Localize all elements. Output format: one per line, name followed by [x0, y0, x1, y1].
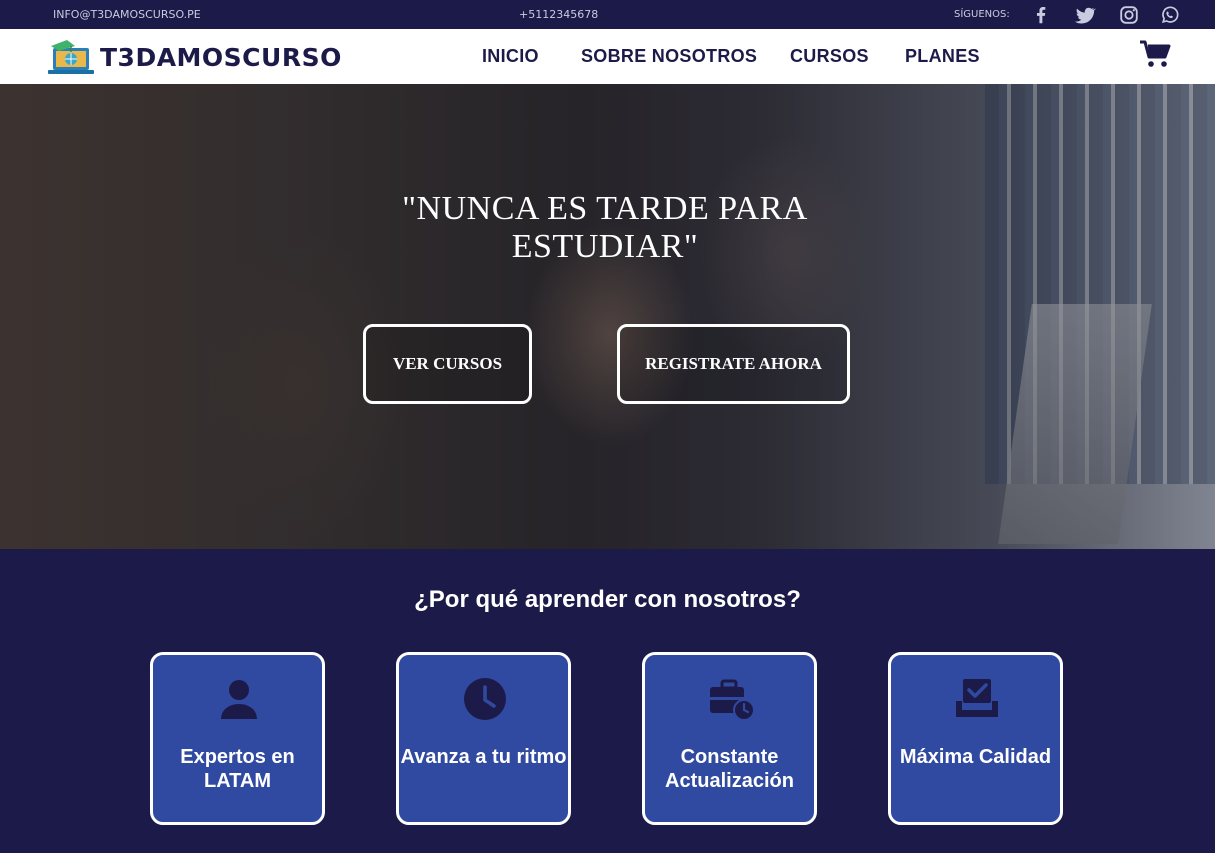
registrate-ahora-button[interactable]: REGISTRATE AHORA: [617, 324, 850, 404]
feature-label: Avanza a tu ritmo: [400, 746, 567, 768]
section-title: ¿Por qué aprender con nosotros?: [414, 586, 801, 613]
main-navbar: T3DAMOSCURSO INICIO SOBRE NOSOTROS CURSO…: [0, 29, 1215, 84]
nav-item-inicio[interactable]: INICIO: [482, 46, 539, 67]
follow-us-label: SÍGUENOS:: [954, 9, 1010, 20]
hero-title: "NUNCA ES TARDE PARA ESTUDIAR": [402, 190, 808, 265]
nav-item-planes[interactable]: PLANES: [905, 46, 980, 67]
contact-email[interactable]: INFO@T3DAMOSCURSO.PE: [53, 8, 201, 21]
logo-icon[interactable]: [45, 38, 97, 76]
whatsapp-icon[interactable]: [1159, 4, 1181, 26]
top-info-bar: INFO@T3DAMOSCURSO.PE +5112345678 SÍGUENO…: [0, 0, 1215, 29]
ver-cursos-button[interactable]: VER CURSOS: [363, 324, 532, 404]
feature-card-ritmo[interactable]: Avanza a tu ritmo: [396, 652, 571, 825]
facebook-icon[interactable]: [1030, 4, 1052, 26]
hero-banner: "NUNCA ES TARDE PARA ESTUDIAR" VER CURSO…: [0, 84, 1215, 549]
feature-card-actualizacion[interactable]: Constante Actualización: [642, 652, 817, 825]
user-icon: [215, 675, 263, 723]
feature-card-expertos[interactable]: Expertos en LATAM: [150, 652, 325, 825]
feature-label: Constante Actualización: [665, 746, 794, 792]
feature-card-calidad[interactable]: Máxima Calidad: [888, 652, 1063, 825]
feature-label: Expertos en LATAM: [180, 746, 295, 792]
briefcase-clock-icon: [707, 675, 755, 723]
twitter-icon[interactable]: [1074, 4, 1096, 26]
feature-label: Máxima Calidad: [899, 746, 1052, 768]
nav-item-cursos[interactable]: CURSOS: [790, 46, 869, 67]
clock-icon: [461, 675, 509, 723]
why-learn-section: ¿Por qué aprender con nosotros? Expertos…: [0, 549, 1215, 853]
cart-icon[interactable]: [1139, 39, 1171, 69]
inbox-check-icon: [953, 675, 1001, 723]
brand-name[interactable]: T3DAMOSCURSO: [100, 43, 342, 72]
hero-overlay: [0, 84, 1215, 549]
nav-item-sobre-nosotros[interactable]: SOBRE NOSOTROS: [581, 46, 757, 67]
instagram-icon[interactable]: [1118, 4, 1140, 26]
contact-phone[interactable]: +5112345678: [519, 8, 598, 21]
